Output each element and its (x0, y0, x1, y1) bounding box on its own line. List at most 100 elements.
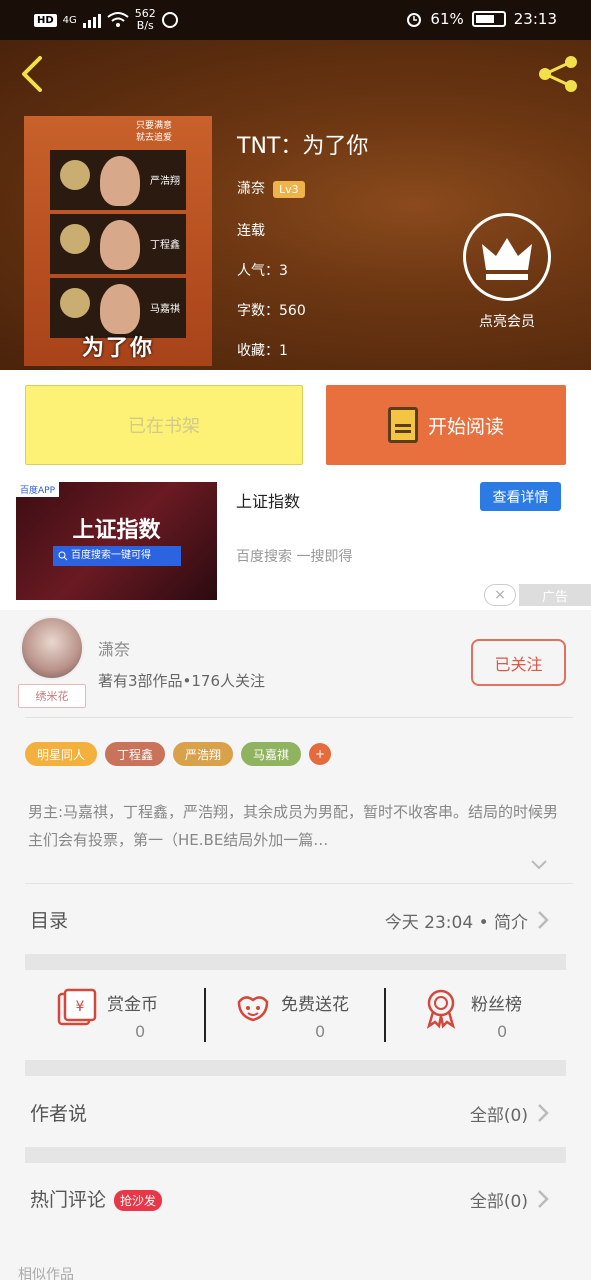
cover-note-line-2: 就去追爱 (135, 133, 172, 143)
ad-image[interactable]: 百度APP 上证指数 百度搜索一键可得 (16, 482, 217, 600)
tag-pill[interactable]: 马嘉祺 (241, 742, 302, 766)
table-of-contents-row[interactable]: 目录 今天 23:04 • 简介 (25, 884, 566, 954)
flower-icon (237, 996, 269, 1022)
serial-status: 连载 (237, 223, 265, 239)
ad-image-search-bar: 百度搜索一键可得 (53, 546, 181, 566)
divider (384, 988, 386, 1042)
section-gap (25, 1060, 566, 1076)
similar-works-heading: 相似作品 (18, 1267, 74, 1280)
status-right: 61% 23:13 (406, 10, 557, 28)
cover-panel: 丁程鑫 (50, 214, 186, 274)
reward-coins-label: 赏金币 (107, 995, 158, 1015)
battery-percent: 61% (430, 10, 464, 28)
first-comment-badge: 抢沙发 (114, 1190, 163, 1211)
signal-icon (82, 12, 101, 28)
ad-title: 上证指数 (236, 492, 301, 511)
cover-note-line-1: 只要满意 (135, 121, 172, 131)
toc-label: 目录 (30, 910, 69, 932)
medal-icon (426, 989, 456, 1029)
alarm-icon (407, 13, 422, 27)
more-tags-button[interactable]: + (309, 743, 332, 765)
svg-text:¥: ¥ (76, 999, 85, 1015)
cover-name: 严浩翔 (150, 176, 180, 187)
close-icon[interactable]: × (484, 584, 516, 606)
ad-label: 广告 (519, 584, 591, 606)
tag-list: 明星同人 丁程鑫 严浩翔 马嘉祺 + (25, 742, 332, 766)
tag-pill[interactable]: 严浩翔 (173, 742, 234, 766)
cover-panel: 严浩翔 (50, 150, 186, 210)
cover-title: 为了你 (81, 336, 154, 361)
reward-coins-value: 0 (135, 1022, 146, 1041)
author-says-label: 作者说 (30, 1103, 88, 1125)
author-name-link[interactable]: 潇奈 (237, 181, 265, 197)
hot-comments-row[interactable]: 热门评论 抢沙发 全部(0) (25, 1163, 566, 1233)
synopsis[interactable]: 男主:马嘉祺，丁程鑫，严浩翔，其余成员为男配，暂时不收客串。结局的时候男主们会有… (28, 798, 563, 854)
free-flowers-value: 0 (315, 1022, 326, 1041)
ad-image-tag: 百度APP (16, 482, 60, 497)
toc-value: 今天 23:04 • 简介 (384, 913, 528, 933)
clock: 23:13 (513, 10, 557, 28)
wifi-icon (107, 12, 129, 27)
author-section: 绣米花 潇奈 著有3部作品•176人关注 已关注 (0, 610, 591, 718)
network-speed: 562 B/s (135, 8, 156, 32)
author-line: 潇奈 Lv3 (237, 178, 305, 198)
avatar[interactable] (20, 616, 84, 680)
red-envelope-icon: ¥ (57, 988, 97, 1026)
network-indicator: 4G (62, 14, 77, 26)
ad-subtitle: 百度搜索 一搜即得 (236, 549, 353, 565)
chevron-down-icon[interactable] (530, 856, 548, 874)
book-header: 只要满意就去追爱 严浩翔 丁程鑫 马嘉祺 为了你 TNT：为了你 潇奈 Lv3 连… (0, 40, 591, 370)
ad-view-details-button[interactable]: 查看详情 (480, 482, 561, 511)
start-reading-label: 开始阅读 (427, 415, 504, 438)
vip-label[interactable]: 点亮会员 (463, 311, 551, 331)
free-flowers-stat[interactable]: 免费送花 0 (231, 986, 391, 1046)
hot-comments-label: 热门评论 抢沙发 (30, 1185, 163, 1212)
favorites-count: 收藏：1 (237, 343, 288, 359)
author-says-row[interactable]: 作者说 全部(0) (25, 1077, 566, 1147)
fan-ranking-stat[interactable]: 粉丝榜 0 (419, 986, 559, 1046)
chevron-right-icon (538, 1190, 549, 1208)
section-gap (25, 954, 566, 970)
avatar-tag: 绣米花 (18, 684, 86, 708)
divider (204, 988, 206, 1042)
book-title: TNT：为了你 (237, 134, 369, 159)
follow-button[interactable]: 已关注 (471, 639, 566, 686)
speed-unit: B/s (136, 19, 154, 32)
battery-icon (471, 11, 506, 27)
fan-ranking-label: 粉丝榜 (471, 995, 522, 1015)
stats-strip: ¥ 赏金币 0 免费送花 0 粉丝榜 0 (25, 970, 566, 1060)
section-gap (25, 1147, 566, 1163)
vip-button[interactable] (463, 213, 551, 301)
share-icon[interactable] (535, 54, 581, 94)
level-badge: Lv3 (273, 181, 305, 198)
crown-icon (482, 238, 532, 280)
author-name[interactable]: 潇奈 (98, 636, 130, 660)
hd-indicator: HD (34, 13, 57, 27)
author-says-value: 全部(0) (469, 1106, 528, 1126)
back-icon[interactable] (14, 54, 50, 94)
chevron-right-icon (538, 1104, 549, 1122)
ad-image-title: 上证指数 (72, 518, 161, 543)
action-row: 已在书架 开始阅读 (0, 370, 591, 480)
in-shelf-button[interactable]: 已在书架 (25, 385, 303, 465)
author-stats: 著有3部作品•176人关注 (98, 672, 266, 690)
tag-pill[interactable]: 明星同人 (25, 742, 98, 766)
book-cover[interactable]: 只要满意就去追爱 严浩翔 丁程鑫 马嘉祺 为了你 (24, 116, 212, 366)
chevron-right-icon (538, 911, 549, 929)
divider (25, 717, 573, 718)
free-flowers-label: 免费送花 (281, 995, 349, 1015)
ad-banner[interactable]: 百度APP 上证指数 百度搜索一键可得 上证指数 百度搜索 一搜即得 查看详情 … (0, 480, 591, 610)
word-count: 字数：560 (237, 303, 306, 319)
book-icon (387, 407, 418, 443)
reward-coins-stat[interactable]: ¥ 赏金币 0 (55, 986, 205, 1046)
tag-pill[interactable]: 丁程鑫 (105, 742, 166, 766)
fan-ranking-value: 0 (497, 1022, 508, 1041)
ad-image-bar-text: 百度搜索一键可得 (71, 550, 151, 561)
globe-icon (161, 12, 178, 28)
status-bar: HD 4G 562 B/s 61% 23:13 (0, 0, 591, 40)
hot-comments-value: 全部(0) (469, 1192, 528, 1212)
cover-note: 只要满意 就去追爱 (136, 120, 172, 144)
start-reading-button[interactable]: 开始阅读 (326, 385, 566, 465)
search-icon (58, 551, 68, 561)
cover-panel: 马嘉祺 (50, 278, 186, 338)
